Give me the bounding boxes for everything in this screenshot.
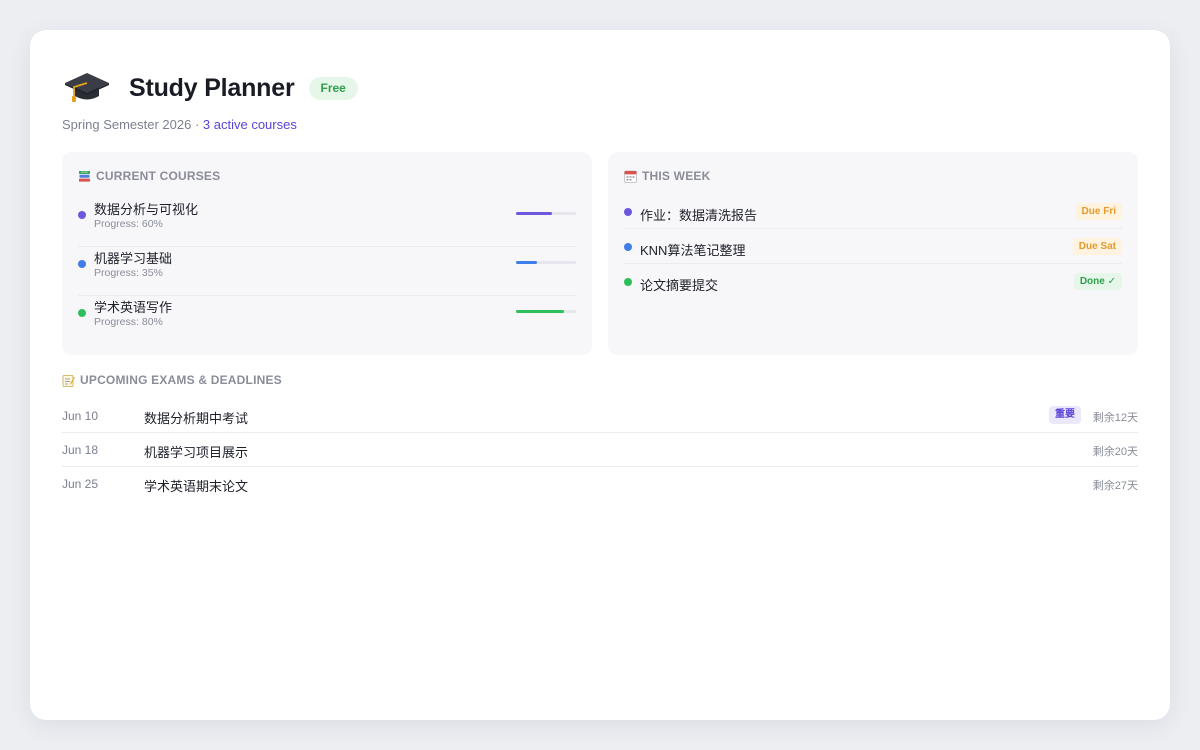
header: Study Planner Free — [62, 68, 358, 108]
course-name: 数据分析与可视化 — [94, 202, 199, 217]
active-courses-link[interactable]: 3 active courses — [203, 117, 297, 132]
exam-date: Jun 10 — [62, 409, 99, 423]
task-dot — [624, 243, 632, 251]
course-progress-label: Progress: 35% — [94, 267, 163, 279]
task-name: 作业：数据清洗报告 — [640, 208, 758, 223]
days-remaining: 剩余12天 — [1092, 412, 1138, 424]
course-dot — [78, 211, 86, 219]
semester-label: Spring Semester 2026 · — [62, 117, 203, 132]
exam-name: 学术英语期末论文 — [144, 479, 249, 494]
course-progress-fill — [516, 212, 552, 215]
days-remaining: 剩余20天 — [1092, 446, 1138, 458]
exam-row[interactable]: Jun 18 机器学习项目展示 剩余20天 — [62, 433, 1138, 467]
books-icon — [78, 170, 91, 183]
memo-icon — [62, 374, 75, 387]
calendar-icon — [624, 170, 637, 183]
exam-row[interactable]: Jun 25 学术英语期末论文 剩余27天 — [62, 467, 1138, 501]
due-badge: Due Sat — [1072, 238, 1122, 255]
important-badge: 重要 — [1049, 406, 1081, 424]
course-item[interactable]: 数据分析与可视化 Progress: 60% — [78, 198, 576, 247]
course-progress-bar — [516, 261, 576, 264]
task-item[interactable]: 论文摘要提交 Done ✓ — [624, 264, 1122, 299]
exam-row[interactable]: Jun 10 数据分析期中考试 重要 剩余12天 — [62, 399, 1138, 433]
task-item[interactable]: 作业：数据清洗报告 Due Fri — [624, 194, 1122, 229]
task-name: 论文摘要提交 — [640, 278, 719, 293]
plan-badge: Free — [308, 76, 358, 100]
course-progress-bar — [516, 212, 576, 215]
this-week-title: THIS WEEK — [642, 169, 711, 183]
current-courses-panel: CURRENT COURSES 数据分析与可视化 Progress: 60% 机… — [62, 152, 592, 355]
course-progress-fill — [516, 261, 537, 264]
app-title: Study Planner — [129, 73, 295, 102]
course-progress-fill — [516, 310, 564, 313]
planner-card: Study Planner Free Spring Semester 2026 … — [30, 30, 1170, 720]
current-courses-title: CURRENT COURSES — [96, 169, 221, 183]
graduation-cap-icon — [62, 68, 114, 108]
course-progress-label: Progress: 60% — [94, 218, 163, 230]
course-dot — [78, 260, 86, 268]
exam-date: Jun 18 — [62, 443, 99, 457]
semester-subtitle: Spring Semester 2026 · 3 active courses — [62, 117, 297, 132]
task-dot — [624, 278, 632, 286]
current-courses-heading: CURRENT COURSES — [78, 169, 220, 183]
course-progress-label: Progress: 80% — [94, 316, 163, 328]
task-item[interactable]: KNN算法笔记整理 Due Sat — [624, 229, 1122, 264]
exams-title: UPCOMING EXAMS & DEADLINES — [80, 373, 282, 387]
exam-name: 机器学习项目展示 — [144, 445, 249, 460]
exam-date: Jun 25 — [62, 477, 99, 491]
this-week-heading: THIS WEEK — [624, 169, 710, 183]
done-badge: Done ✓ — [1073, 273, 1122, 290]
course-item[interactable]: 学术英语写作 Progress: 80% — [78, 296, 576, 345]
task-name: KNN算法笔记整理 — [640, 243, 746, 258]
this-week-panel: THIS WEEK 作业：数据清洗报告 Due Fri KNN算法笔记整理 Du… — [608, 152, 1138, 355]
course-name: 机器学习基础 — [94, 251, 173, 266]
course-item[interactable]: 机器学习基础 Progress: 35% — [78, 247, 576, 296]
days-remaining: 剩余27天 — [1092, 480, 1138, 492]
task-dot — [624, 208, 632, 216]
exam-name: 数据分析期中考试 — [144, 411, 249, 426]
course-progress-bar — [516, 310, 576, 313]
course-name: 学术英语写作 — [94, 300, 173, 315]
due-badge: Due Fri — [1075, 203, 1122, 220]
exams-heading: UPCOMING EXAMS & DEADLINES — [62, 373, 282, 387]
course-dot — [78, 309, 86, 317]
